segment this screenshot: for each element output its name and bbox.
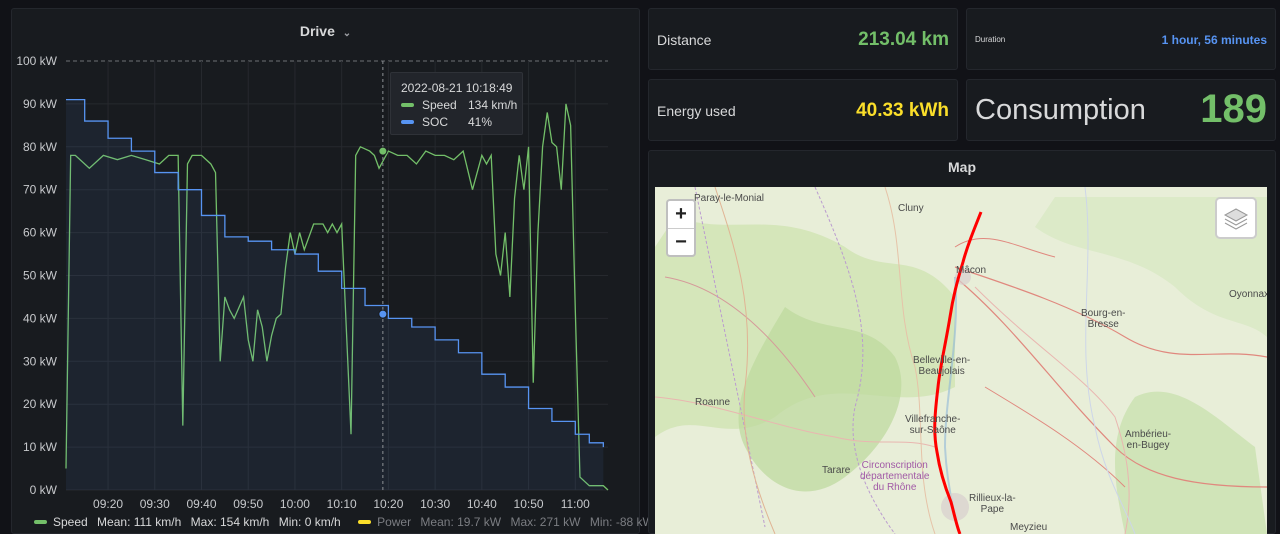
map-label-amberieu: Ambérieu- en-Bugey <box>1125 429 1172 451</box>
distance-panel: Distance 213.04 km <box>648 8 958 70</box>
legend-speed-name: Speed <box>53 515 88 529</box>
x-tick-label: 09:20 <box>93 497 123 511</box>
duration-panel: Duration 1 hour, 56 minutes <box>966 8 1276 70</box>
legend-power-swatch <box>358 519 372 524</box>
legend-speed-swatch <box>34 519 47 524</box>
x-tick-label: 10:00 <box>280 497 310 511</box>
tooltip-time: 2022-08-21 10:18:49 <box>401 81 513 95</box>
map-label-cluny: Cluny <box>898 203 924 214</box>
energy-panel: Energy used 40.33 kWh <box>648 79 958 141</box>
legend-speed-mean: Mean: 111 km/h <box>97 515 182 529</box>
zoom-out-button[interactable]: − <box>668 229 694 256</box>
y-tick-label: 80 kW <box>23 140 58 154</box>
tooltip-soc-name: SOC <box>422 115 449 129</box>
x-tick-label: 10:50 <box>514 497 544 511</box>
chart-legend: Speed Mean: 111 km/h Max: 154 km/h Min: … <box>34 515 660 529</box>
map-label-paray: Paray-le-Monial <box>694 193 765 204</box>
distance-value: 213.04 km <box>858 29 949 50</box>
legend-speed-max: Max: 154 km/h <box>190 515 270 529</box>
hover-soc-point <box>378 309 388 319</box>
x-tick-label: 10:10 <box>327 497 357 511</box>
energy-value: 40.33 kWh <box>856 100 949 121</box>
legend-power-max: Max: 271 kW <box>510 515 581 529</box>
x-tick-label: 11:00 <box>561 497 590 511</box>
tooltip-speed-value: 134 km/h <box>468 98 518 112</box>
map-panel-title: Map <box>948 159 976 175</box>
y-tick-label: 30 kW <box>23 354 58 368</box>
consumption-value: 189 <box>1200 87 1267 131</box>
legend-speed-min: Min: 0 km/h <box>278 515 341 529</box>
tooltip-row-soc: SOC 41% <box>401 115 492 129</box>
duration-value: 1 hour, 56 minutes <box>1161 33 1267 47</box>
zoom-in-button[interactable]: + <box>668 201 694 228</box>
x-tick-label: 10:20 <box>373 497 403 511</box>
energy-label: Energy used <box>657 103 736 119</box>
x-tick-label: 10:40 <box>467 497 497 511</box>
duration-label: Duration <box>975 35 1006 44</box>
legend-item-power[interactable]: Power <box>358 515 414 529</box>
tooltip-soc-swatch <box>401 119 414 124</box>
y-tick-label: 60 kW <box>23 226 58 240</box>
x-tick-label: 10:30 <box>420 497 450 511</box>
distance-label: Distance <box>657 32 712 48</box>
legend-power-name: Power <box>377 515 412 529</box>
y-tick-label: 70 kW <box>23 183 58 197</box>
map-label-rillieux: Rillieux-la- Pape <box>969 493 1016 515</box>
map-zoom-control: + − <box>666 199 696 257</box>
y-tick-label: 10 kW <box>23 440 58 454</box>
map-label-roanne: Roanne <box>695 397 731 408</box>
map-layers-button[interactable] <box>1215 197 1257 239</box>
soc-series-area <box>66 99 604 491</box>
tooltip-speed-name: Speed <box>422 98 457 112</box>
map-label-macon: Mâcon <box>956 265 987 276</box>
layers-icon <box>1223 208 1249 230</box>
map-label-tarare: Tarare <box>822 465 851 476</box>
map-label-circonscription: Circonscription départementale du Rhône <box>860 460 930 493</box>
consumption-panel: Consumption 189 <box>966 79 1276 141</box>
tooltip-row-speed: Speed 134 km/h <box>401 98 517 112</box>
y-tick-label: 50 kW <box>23 269 58 283</box>
y-tick-label: 90 kW <box>23 97 58 111</box>
consumption-label: Consumption <box>975 94 1146 126</box>
x-tick-label: 09:40 <box>186 497 216 511</box>
map-label-bourg: Bourg-en- Bresse <box>1081 308 1126 330</box>
legend-item-speed[interactable]: Speed <box>34 515 91 529</box>
y-tick-label: 0 kW <box>30 483 58 497</box>
y-tick-label: 40 kW <box>23 311 58 325</box>
map-label-belleville: Belleville-en- Beaujolais <box>913 355 971 377</box>
x-tick-label: 09:30 <box>140 497 170 511</box>
legend-power-min: Min: -88 kW <box>589 515 654 529</box>
x-tick-label: 09:50 <box>233 497 263 511</box>
tooltip-speed-swatch <box>401 102 414 107</box>
hover-speed-point <box>378 146 388 156</box>
map-view[interactable]: Paray-le-Monial Cluny Mâcon Bourg-en- Br… <box>655 187 1267 534</box>
tooltip-soc-value: 41% <box>468 115 493 129</box>
map-label-oyonnax: Oyonnax <box>1229 289 1267 300</box>
map-label-meyzieu: Meyzieu <box>1010 522 1048 533</box>
legend-power-mean: Mean: 19.7 kW <box>420 515 502 529</box>
chart-tooltip: 2022-08-21 10:18:49 Speed 134 km/h SOC 4… <box>390 72 523 135</box>
y-tick-label: 100 kW <box>16 54 57 68</box>
y-tick-label: 20 kW <box>23 397 58 411</box>
map-label-villefranche: Villefranche- sur-Saône <box>905 414 961 436</box>
